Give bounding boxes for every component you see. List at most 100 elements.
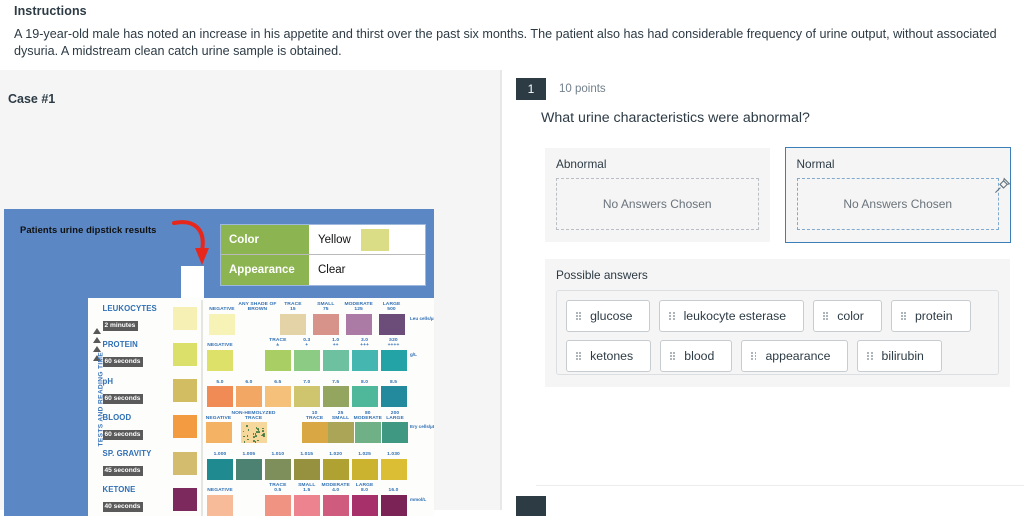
scale-swatch: [313, 314, 339, 335]
scale-caption: 1.025: [358, 447, 371, 458]
dipstick-test-row: LEUKOCYTES 2 minutes NEGATIVE ANY SHADE OF B…: [100, 300, 434, 336]
patient-result-swatch: [173, 452, 197, 475]
patient-result-cell: [170, 488, 200, 511]
scale-cell: 10 TRACE: [302, 410, 328, 443]
drag-handle-icon[interactable]: [576, 312, 581, 320]
scale-swatch: [352, 350, 378, 371]
instructions-section: Instructions A 19-year-old male has note…: [0, 0, 1024, 70]
chart-separator: [201, 300, 203, 336]
answer-chip[interactable]: protein: [891, 300, 971, 332]
scale-caption: NON-HEMOLYZED TRACE: [232, 410, 276, 421]
scale-caption: ≥20 ++++: [388, 338, 400, 349]
scale-cell: 1.025: [350, 447, 379, 480]
drag-handle-icon[interactable]: [669, 312, 674, 320]
answer-zone-normal[interactable]: Normal No Answers Chosen: [786, 148, 1011, 242]
table-row: Appearance Clear: [221, 255, 425, 285]
scale-swatch: [381, 386, 407, 407]
dipstick-test-row: SP. GRAVITY 45 seconds 1.000 1.005 1.010 1.01…: [100, 445, 434, 481]
answer-chip[interactable]: bilirubin: [857, 340, 941, 372]
drag-handle-icon[interactable]: [576, 352, 581, 360]
zone-dropbox[interactable]: No Answers Chosen: [556, 178, 759, 230]
answer-chip[interactable]: glucose: [566, 300, 650, 332]
scale-cell: NEGATIVE: [206, 302, 239, 335]
answer-chip[interactable]: appearance: [741, 340, 848, 372]
scale-swatch: [323, 459, 349, 480]
scale-caption: 1.010: [271, 447, 284, 458]
scale-swatch: [241, 422, 267, 443]
next-question-badge: [516, 496, 546, 516]
scale-swatch: [209, 314, 235, 335]
test-time: 2 minutes: [103, 321, 139, 331]
scale-swatch: [294, 350, 320, 371]
scale-swatch: [352, 386, 378, 407]
dipstick-figure: Patients urine dipstick results Color Ye…: [4, 209, 434, 516]
answer-zone-abnormal[interactable]: Abnormal No Answers Chosen: [545, 148, 770, 242]
scale-cell: 1.0 ++: [321, 338, 350, 371]
drag-handle-icon[interactable]: [901, 312, 906, 320]
patient-result-swatch: [173, 488, 197, 511]
scale-swatch: [265, 386, 291, 407]
scale-swatch: [379, 314, 405, 335]
scale-swatch: [236, 350, 262, 371]
scale-unit: g/L: [408, 352, 434, 357]
drag-handle-icon[interactable]: [823, 312, 828, 320]
scale-swatch: [328, 422, 354, 443]
answer-chip[interactable]: ketones: [566, 340, 651, 372]
answer-zones: Abnormal No Answers Chosen Normal No Answer…: [502, 127, 1024, 242]
answer-chip[interactable]: color: [813, 300, 882, 332]
color-swatch: [361, 229, 389, 251]
scale-caption: NEGATIVE: [209, 302, 234, 313]
scale-cell: 1.010: [263, 447, 292, 480]
scale-swatch: [381, 495, 407, 516]
scale-cell: TRACE ±: [263, 338, 292, 371]
answer-chip-label: color: [837, 309, 864, 323]
scale-swatch: [294, 495, 320, 516]
test-name-cell: pH 60 seconds: [100, 377, 170, 405]
scale-caption: 8.0: [361, 374, 368, 385]
scale-caption: 80 MODERATE: [354, 410, 382, 421]
answer-chip[interactable]: leukocyte esterase: [659, 300, 804, 332]
chart-separator: [201, 409, 203, 445]
reference-scale: NEGATIVE ANY SHADE OF BROWN TRACE 15 SMALL 75 M…: [206, 302, 408, 335]
scale-cell: 1.030: [379, 447, 408, 480]
test-time: 60 seconds: [103, 430, 144, 440]
scale-swatch: [294, 459, 320, 480]
patient-result-cell: [170, 415, 200, 438]
patient-result-swatch: [173, 379, 197, 402]
question-prompt: What urine characteristics were abnormal…: [502, 100, 1024, 127]
scale-cell: 6.5: [263, 374, 292, 407]
scale-swatch: [265, 459, 291, 480]
possible-answers-section: Possible answers glucose leukocyte estera…: [545, 259, 1010, 387]
scale-swatch: [355, 422, 381, 443]
scale-cell: NEGATIVE: [206, 483, 235, 516]
scale-cell: 0.3 +: [292, 338, 321, 371]
zone-dropbox[interactable]: No Answers Chosen: [797, 178, 1000, 230]
test-name-cell: LEUKOCYTES 2 minutes: [100, 304, 170, 332]
reference-scale: 5.0 6.0 6.5 7.0 7.5 8.0 8.5: [206, 374, 408, 407]
scale-swatch: [382, 422, 408, 443]
scale-caption: NEGATIVE: [207, 483, 232, 494]
scale-cell: 16.0: [379, 483, 408, 516]
red-arrow-icon: [172, 217, 218, 269]
reference-scale: 1.000 1.005 1.010 1.015 1.020 1.025 1.030: [206, 447, 408, 480]
drag-handle-icon[interactable]: [751, 352, 756, 360]
pushpin-icon[interactable]: [992, 176, 1012, 196]
answer-chip[interactable]: blood: [660, 340, 732, 372]
scale-caption: LARGE 8.0: [356, 483, 374, 494]
test-time: 60 seconds: [103, 357, 144, 367]
scale-caption: 200 LARGE: [386, 410, 404, 421]
scale-cell: SMALL 1.5: [292, 483, 321, 516]
scale-caption: MODERATE 4.0: [321, 483, 349, 494]
question-panel: 1 10 points What urine characteristics w…: [502, 70, 1024, 510]
scale-swatch: [206, 422, 232, 443]
drag-handle-icon[interactable]: [867, 352, 872, 360]
scale-cell: 200 LARGE: [382, 410, 408, 443]
drag-handle-icon[interactable]: [670, 352, 675, 360]
scale-caption: 6.0: [245, 374, 252, 385]
scale-caption: NEGATIVE: [207, 338, 232, 349]
answer-chip-label: bilirubin: [882, 349, 924, 363]
scale-swatch: [207, 350, 233, 371]
color-label: Color: [221, 225, 309, 254]
body-columns: Case #1 Patients urine dipstick results …: [0, 70, 1024, 510]
scale-cell: 8.0: [350, 374, 379, 407]
